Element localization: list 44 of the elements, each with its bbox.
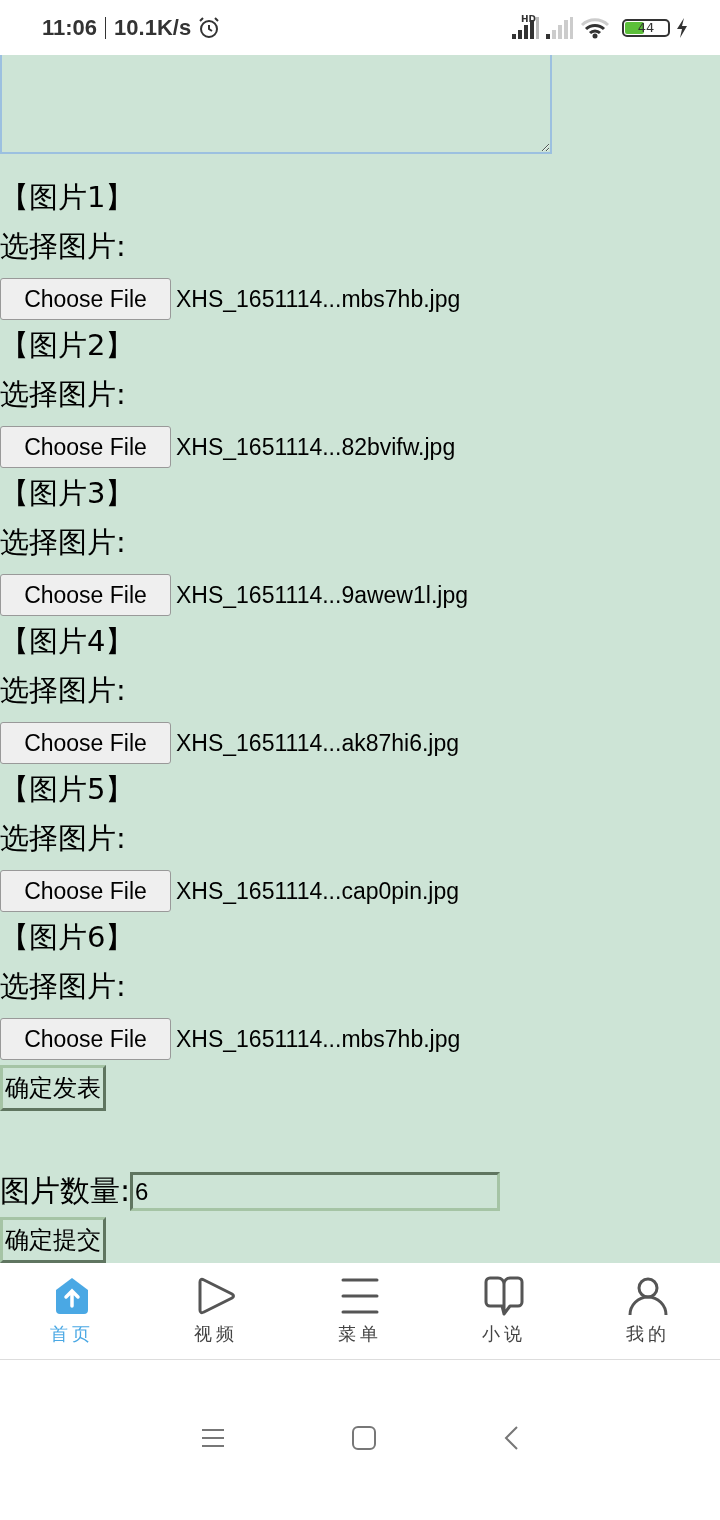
image-count-field[interactable]: 6	[130, 1172, 501, 1211]
nav-tab[interactable]: 菜单	[288, 1263, 432, 1359]
nav-tab[interactable]: 小说	[432, 1263, 576, 1359]
signal-icon	[512, 16, 540, 39]
file-name: XHS_1651114...9awew1l.jpg	[176, 581, 468, 609]
choose-file-button[interactable]: Choose File	[0, 278, 171, 320]
image-label: 【图片2】	[0, 327, 135, 364]
image-label: 【图片3】	[0, 475, 135, 512]
image-count-label: 图片数量:	[0, 1172, 131, 1210]
select-image-label: 选择图片:	[0, 968, 126, 1005]
select-image-label: 选择图片:	[0, 228, 126, 265]
select-image-label: 选择图片:	[0, 524, 126, 561]
choose-file-button[interactable]: Choose File	[0, 574, 171, 616]
speech-bubble-icon	[484, 1276, 524, 1316]
signal-icon	[546, 16, 574, 39]
file-name: XHS_1651114...82bvifw.jpg	[176, 433, 456, 461]
nav-tab[interactable]: 我的	[576, 1263, 720, 1359]
play-icon	[196, 1276, 236, 1316]
select-image-label: 选择图片:	[0, 820, 126, 857]
file-name: XHS_1651114...ak87hi6.jpg	[176, 729, 460, 757]
nav-tab[interactable]: 视频	[144, 1263, 288, 1359]
person-icon	[628, 1276, 668, 1316]
choose-file-button[interactable]: Choose File	[0, 870, 171, 912]
choose-file-button[interactable]: Choose File	[0, 1018, 171, 1060]
submit-button[interactable]: 确定提交	[0, 1217, 106, 1263]
back-icon[interactable]	[504, 1426, 518, 1450]
menu-icon[interactable]	[202, 1429, 224, 1447]
image-label: 【图片1】	[0, 179, 135, 216]
network-speed: 10.1K/s	[114, 14, 192, 41]
file-name: XHS_1651114...cap0pin.jpg	[176, 877, 460, 905]
publish-button[interactable]: 确定发表	[0, 1065, 106, 1111]
menu-icon	[340, 1276, 380, 1316]
choose-file-button[interactable]: Choose File	[0, 722, 171, 764]
select-image-label: 选择图片:	[0, 672, 126, 709]
image-label: 【图片6】	[0, 919, 135, 956]
image-label: 【图片5】	[0, 771, 135, 808]
home-button-icon[interactable]	[352, 1426, 376, 1450]
image-label: 【图片4】	[0, 623, 135, 660]
choose-file-button[interactable]: Choose File	[0, 426, 171, 468]
clock-time: 11:06	[42, 14, 98, 41]
wifi-icon	[580, 16, 610, 39]
select-image-label: 选择图片:	[0, 376, 126, 413]
file-name: XHS_1651114...mbs7hb.jpg	[176, 285, 461, 313]
file-name: XHS_1651114...mbs7hb.jpg	[176, 1025, 461, 1053]
